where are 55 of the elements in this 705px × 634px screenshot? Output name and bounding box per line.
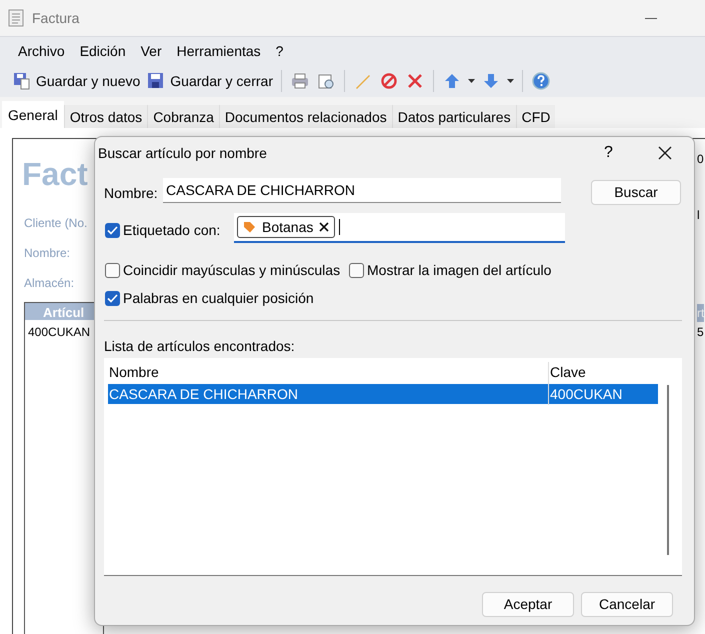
table-cell: rt — [697, 304, 704, 322]
tag-field[interactable]: Botanas — [234, 213, 565, 243]
search-button[interactable]: Buscar — [591, 180, 681, 205]
window-title: Factura — [32, 8, 80, 28]
field-label: Nombre: — [104, 184, 158, 203]
field-label: Cliente (No. — [24, 215, 88, 232]
toolbar-button[interactable]: Guardar y cerrar — [146, 70, 273, 92]
checkbox[interactable] — [105, 223, 120, 238]
field-label: Almacén: — [24, 275, 74, 292]
text-cursor — [339, 219, 340, 235]
toolbar-button[interactable]: Guardar y nuevo — [12, 70, 140, 92]
menu-item[interactable]: Edición — [80, 40, 126, 62]
tab[interactable]: Datos particulares — [392, 105, 516, 129]
table-cell-text: 400CUKAN — [28, 324, 90, 341]
scrollbar-thumb[interactable] — [667, 385, 669, 555]
tag-chip: Botanas — [237, 216, 336, 238]
form-heading: Fact — [22, 155, 88, 194]
column-header[interactable]: Nombre — [108, 362, 548, 384]
printer-icon[interactable] — [290, 71, 310, 91]
checkbox[interactable] — [105, 291, 120, 306]
save-new-icon — [12, 71, 32, 91]
caret-icon[interactable] — [468, 79, 475, 83]
checkbox-label: Mostrar la imagen del artículo — [367, 261, 552, 280]
dialog-button[interactable]: Cancelar — [581, 592, 673, 617]
list-row[interactable]: CASCARA DE CHICHARRON 400CUKAN — [108, 384, 658, 404]
help-button[interactable]: ? — [604, 141, 613, 165]
field-label: Nombre: — [24, 245, 70, 262]
section-label: Lista de artículos encontrados: — [104, 337, 295, 356]
remove-tag-icon[interactable] — [319, 222, 330, 232]
menu-item[interactable]: ? — [276, 40, 284, 62]
table-cell-text: l — [697, 207, 700, 224]
table-cell-text: 0 — [697, 151, 704, 168]
checkbox-label: Coincidir mayúsculas y minúsculas — [123, 261, 340, 280]
prohibited-icon[interactable] — [379, 71, 399, 91]
tab[interactable]: CFD — [516, 105, 556, 129]
dialog-title: Buscar artículo por nombre — [98, 144, 267, 163]
document-icon — [8, 9, 24, 27]
tab[interactable]: Documentos relacionados — [218, 105, 392, 129]
caret-icon[interactable] — [507, 79, 514, 83]
menu-item[interactable]: Ver — [140, 40, 162, 62]
checkbox-label: Etiquetado con: — [123, 221, 220, 240]
tab[interactable]: Otros datos — [64, 105, 148, 129]
checkbox[interactable] — [105, 263, 120, 278]
tab[interactable]: General — [2, 101, 64, 129]
tab[interactable]: Cobranza — [147, 105, 219, 129]
menu-item[interactable]: Herramientas — [176, 40, 261, 62]
dialog-button[interactable]: Aceptar — [482, 592, 574, 617]
checkbox[interactable] — [349, 263, 364, 278]
table-cell-text: 5 — [697, 324, 704, 341]
close-icon[interactable] — [658, 146, 672, 160]
checkbox-label: Palabras en cualquier posición — [123, 289, 314, 308]
tag-icon — [243, 220, 256, 234]
help-icon[interactable] — [531, 71, 551, 91]
name-field[interactable]: CASCARA DE CHICHARRON — [163, 178, 561, 203]
menu-item[interactable]: Archivo — [18, 40, 65, 62]
